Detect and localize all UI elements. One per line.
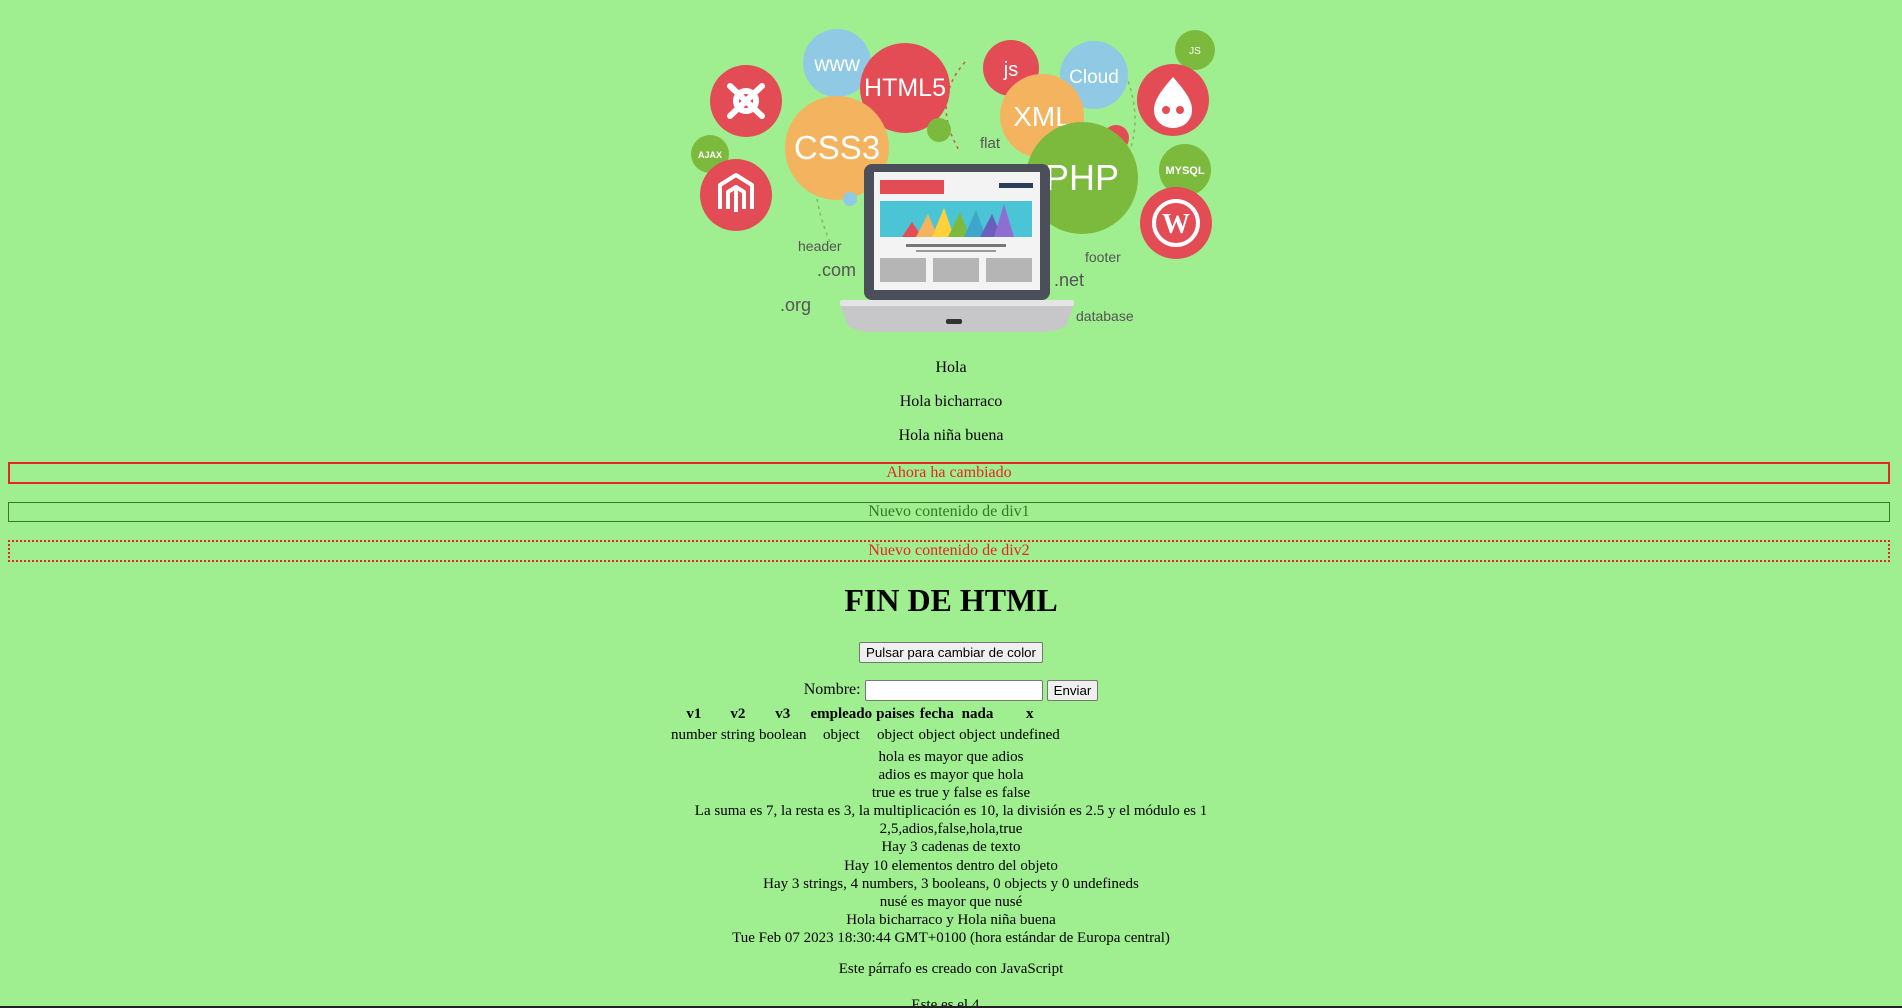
svg-text:W: W xyxy=(1162,209,1190,240)
php-label: PHP xyxy=(1045,157,1119,198)
name-form: Nombre: Enviar xyxy=(0,680,1902,701)
mysql-label: MYSQL xyxy=(1165,165,1204,177)
column-header: x xyxy=(1026,706,1034,722)
www-label: www xyxy=(813,53,860,76)
table-row: number string boolean object object obje… xyxy=(670,726,1061,745)
js-label: js xyxy=(1003,59,1018,81)
footer-label: footer xyxy=(1085,249,1121,265)
output-line: hola es mayor que adios xyxy=(878,749,1024,765)
output-lines: hola es mayor que adios adios es mayor q… xyxy=(0,748,1902,947)
table-cell: undefined xyxy=(999,727,1060,743)
web-technologies-illustration: www HTML5 CSS3 AJAX js Cloud XML PHP JS … xyxy=(680,22,1220,340)
name-label: Nombre: xyxy=(803,681,861,699)
css3-label: CSS3 xyxy=(794,129,880,166)
ajax-label: AJAX xyxy=(698,150,722,160)
column-header: empleado xyxy=(810,706,873,722)
output-line: La suma es 7, la resta es 3, la multipli… xyxy=(694,803,1208,820)
header-label: header xyxy=(798,238,842,254)
web-tech-svg: www HTML5 CSS3 AJAX js Cloud XML PHP JS … xyxy=(691,29,1215,332)
output-line: nusé es mayor que nusé xyxy=(879,893,1023,910)
table-cell: object xyxy=(918,727,956,743)
column-header: v3 xyxy=(775,706,791,722)
cloud-label: Cloud xyxy=(1069,67,1119,88)
greeting-1: Hola xyxy=(935,359,967,376)
changed-box: Ahora ha cambiado xyxy=(8,462,1890,484)
table-header-row: v1 v2 v3 empleado paises fecha nada x xyxy=(670,705,1061,724)
table-cell: boolean xyxy=(759,727,807,743)
greeting-3: Hola niña buena xyxy=(898,427,1004,444)
js-paragraph: Este párrafo es creado con JavaScript xyxy=(838,961,1064,977)
table-cell: object xyxy=(959,727,996,743)
output-line: Hola bicharraco y Hola niña buena xyxy=(846,911,1056,928)
column-header: paises xyxy=(876,706,915,722)
color-button-row: Pulsar para cambiar de color xyxy=(0,642,1902,663)
com-label: .com xyxy=(817,260,856,280)
output-line: true es true y false es false xyxy=(871,785,1031,802)
html5-label: HTML5 xyxy=(864,74,946,102)
table-cell: object xyxy=(822,727,860,743)
table-cell: string xyxy=(720,727,755,743)
output-line: Hay 3 strings, 4 numbers, 3 booleans, 0 … xyxy=(763,875,1139,892)
org-label: .org xyxy=(780,295,811,315)
types-table: v1 v2 v3 empleado paises fecha nada x nu… xyxy=(668,703,1063,747)
output-line: Hay 3 cadenas de texto xyxy=(881,839,1021,856)
date-line: Tue Feb 07 2023 18:30:44 GMT+0100 (hora … xyxy=(732,929,1170,946)
greeting-2: Hola bicharraco xyxy=(899,393,1003,410)
net-label: .net xyxy=(1054,270,1084,290)
change-color-button[interactable]: Pulsar para cambiar de color xyxy=(859,642,1043,663)
div2-box: Nuevo contenido de div2 xyxy=(8,540,1890,562)
name-input[interactable] xyxy=(864,680,1043,701)
output-line: 2,5,adios,false,hola,true xyxy=(879,821,1023,838)
column-header: nada xyxy=(961,706,994,722)
column-header: v2 xyxy=(730,706,746,722)
output-line: Hay 10 elementos dentro del objeto xyxy=(844,857,1058,874)
output-line: adios es mayor que hola xyxy=(878,767,1024,784)
div1-box: Nuevo contenido de div1 xyxy=(8,502,1890,522)
table-cell: object xyxy=(877,727,914,743)
column-header: v1 xyxy=(686,706,702,722)
page: www HTML5 CSS3 AJAX js Cloud XML PHP JS … xyxy=(0,0,1902,1008)
flat-label: flat xyxy=(980,135,1001,152)
table-cell: number xyxy=(671,727,717,743)
js-small-label: JS xyxy=(1189,46,1201,57)
column-header: fecha xyxy=(919,706,954,722)
database-label: database xyxy=(1076,308,1134,324)
laptop-icon xyxy=(840,164,1074,332)
submit-button[interactable]: Enviar xyxy=(1046,680,1099,701)
page-heading: FIN DE HTML xyxy=(844,582,1058,618)
